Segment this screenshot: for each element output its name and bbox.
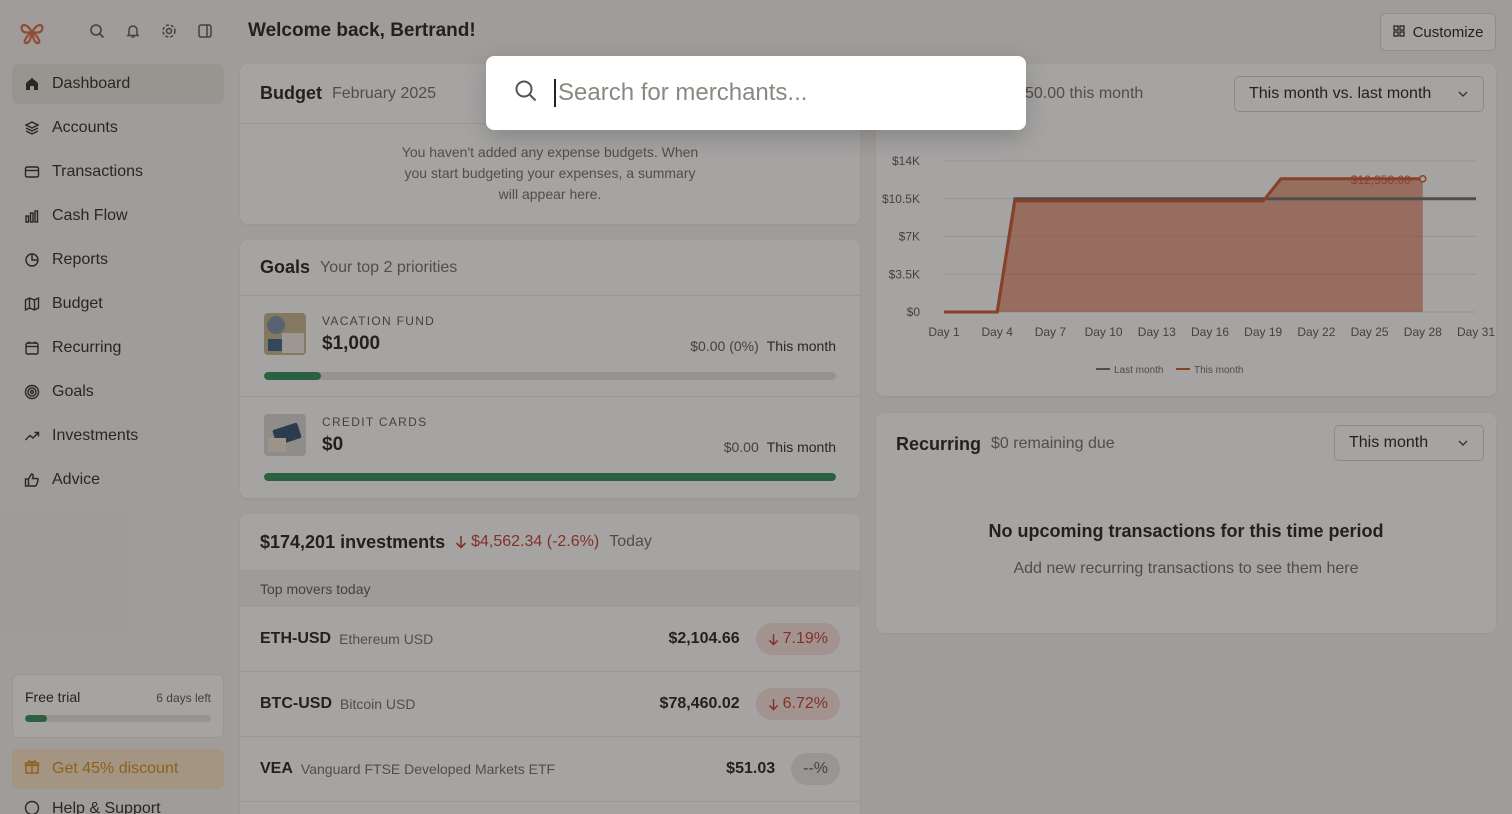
merchant-search-modal	[486, 56, 1026, 130]
merchant-search-input[interactable]	[554, 79, 994, 107]
search-icon	[514, 79, 538, 108]
